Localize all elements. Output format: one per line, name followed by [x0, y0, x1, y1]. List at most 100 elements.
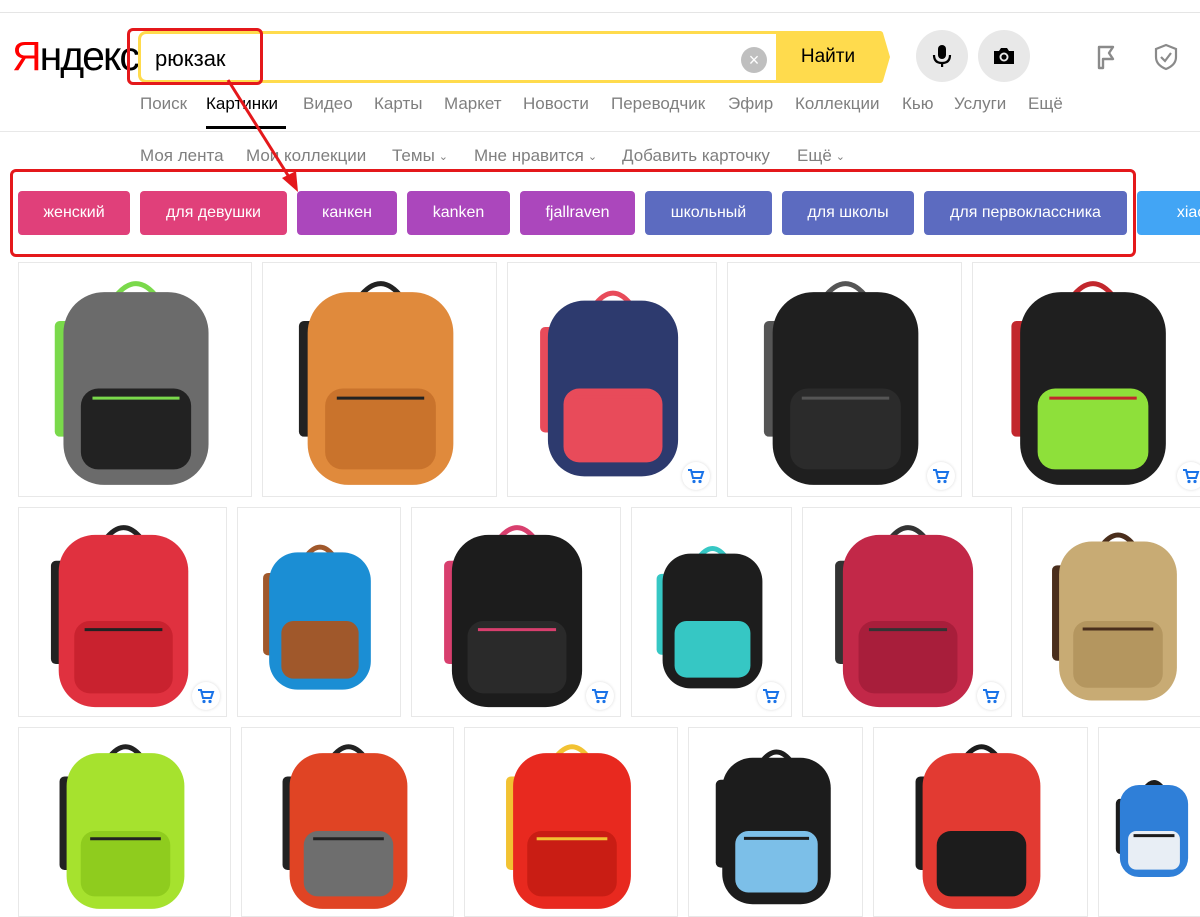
backpack-image [1115, 779, 1189, 878]
subnav-more[interactable]: Ещё ⌄ [797, 144, 845, 169]
backpack-image [506, 744, 631, 909]
tag-button[interactable]: для первоклассника [924, 191, 1127, 235]
image-thumbnail[interactable] [18, 727, 231, 917]
cart-icon-graphic [933, 469, 950, 484]
backpack-image [715, 749, 831, 905]
tab-q[interactable]: Кью [902, 92, 934, 116]
backpack-image [915, 744, 1041, 909]
tag-button[interactable]: для школы [782, 191, 914, 235]
tab-efir[interactable]: Эфир [728, 92, 773, 116]
image-thumbnail[interactable] [972, 262, 1200, 497]
search-input[interactable] [153, 42, 737, 76]
image-thumbnail[interactable] [1098, 727, 1200, 917]
tag-button[interactable]: xiaomi [1137, 191, 1200, 235]
clear-search-button[interactable]: × [741, 47, 767, 73]
image-thumbnail[interactable] [262, 262, 497, 497]
backpack-image [1011, 281, 1166, 485]
tab-services[interactable]: Услуги [954, 92, 1006, 116]
backpack-image [282, 744, 408, 909]
cart-icon[interactable] [977, 682, 1005, 710]
cart-icon-graphic [763, 689, 780, 704]
subnav-themes[interactable]: Темы ⌄ [392, 144, 448, 169]
tab-maps[interactable]: Карты [374, 92, 422, 116]
cart-icon[interactable] [682, 462, 710, 490]
cart-icon-graphic [592, 689, 609, 704]
image-thumbnail[interactable] [241, 727, 454, 917]
subnav-my-feed-label: Моя лента [140, 146, 224, 165]
tag-button[interactable]: канкен [297, 191, 397, 235]
tag-button[interactable]: kanken [407, 191, 510, 235]
image-thumbnail[interactable] [237, 507, 401, 717]
image-thumbnail[interactable] [18, 507, 227, 717]
microphone-icon [932, 45, 952, 67]
camera-icon [994, 48, 1014, 64]
voice-search-button[interactable] [916, 30, 968, 82]
header-divider [0, 131, 1200, 132]
cart-icon-graphic [983, 689, 1000, 704]
tag-button[interactable]: fjallraven [520, 191, 635, 235]
search-bar: × Найти [138, 31, 890, 83]
subnav-liked[interactable]: Мне нравится ⌄ [474, 144, 597, 169]
subnav-my-collections[interactable]: Мои коллекции [246, 144, 366, 168]
backpack-image [1052, 532, 1177, 701]
cart-icon[interactable] [1177, 462, 1200, 490]
tag-button[interactable]: для девушки [140, 191, 287, 235]
backpack-image [54, 281, 209, 485]
tab-video[interactable]: Видео [303, 92, 353, 116]
image-thumbnail[interactable] [802, 507, 1012, 717]
tab-search[interactable]: Поиск [140, 92, 187, 116]
image-search-button[interactable] [978, 30, 1030, 82]
image-thumbnail[interactable] [464, 727, 678, 917]
subnav-themes-label: Темы [392, 146, 435, 165]
image-thumbnail[interactable] [727, 262, 962, 497]
active-tab-underline [206, 126, 286, 129]
backpack-image [59, 744, 185, 909]
backpack-image [263, 544, 371, 690]
image-thumbnail[interactable] [631, 507, 792, 717]
chevron-down-icon: ⌄ [438, 150, 449, 163]
search-submit-label: Найти [800, 46, 856, 67]
tag-button[interactable]: школьный [645, 191, 772, 235]
cart-icon-graphic [688, 469, 705, 484]
cart-icon-graphic [1183, 469, 1200, 484]
logo-first-letter: Я [12, 33, 42, 79]
cart-icon-graphic [198, 689, 215, 704]
shield-icon[interactable] [1151, 42, 1181, 72]
backpack-image [298, 281, 454, 485]
logo-rest: ндекс [39, 33, 140, 79]
related-tags: женский для девушки канкен kanken fjallr… [18, 191, 1200, 235]
cart-icon[interactable] [586, 682, 614, 710]
image-thumbnail[interactable] [873, 727, 1088, 917]
subnav-add-card-label: Добавить карточку [622, 146, 770, 165]
subnav-my-collections-label: Мои коллекции [246, 146, 367, 165]
tab-translator[interactable]: Переводчик [611, 92, 705, 116]
subnav-my-feed[interactable]: Моя лента [140, 144, 224, 168]
cart-icon[interactable] [192, 682, 220, 710]
backpack-image [540, 290, 679, 477]
tab-more[interactable]: Ещё [1028, 92, 1063, 116]
yandex-logo[interactable]: Яндекс [12, 30, 140, 82]
search-box: × [138, 31, 778, 83]
search-submit-button[interactable]: Найти [776, 31, 890, 83]
cart-icon[interactable] [927, 462, 955, 490]
chevron-down-icon: ⌄ [835, 150, 845, 163]
subnav-liked-label: Мне нравится [474, 146, 584, 165]
subnav-add-card[interactable]: Добавить карточку [622, 144, 770, 168]
image-thumbnail[interactable] [18, 262, 252, 497]
tab-images[interactable]: Картинки [206, 92, 278, 116]
tag-button[interactable]: женский [18, 191, 130, 235]
shield-icon-graphic [1154, 43, 1178, 71]
tab-news[interactable]: Новости [523, 92, 589, 116]
image-thumbnail[interactable] [1022, 507, 1200, 717]
tab-collections[interactable]: Коллекции [795, 92, 879, 116]
collections-icon-graphic [1097, 45, 1115, 70]
image-thumbnail[interactable] [688, 727, 863, 917]
tab-market[interactable]: Маркет [444, 92, 502, 116]
chevron-down-icon: ⌄ [587, 150, 598, 163]
image-thumbnail[interactable] [507, 262, 717, 497]
cart-icon[interactable] [757, 682, 785, 710]
subnav-more-label: Ещё [797, 146, 832, 165]
image-thumbnail[interactable] [411, 507, 621, 717]
backpack-image [763, 281, 919, 485]
collections-icon[interactable] [1093, 42, 1123, 72]
